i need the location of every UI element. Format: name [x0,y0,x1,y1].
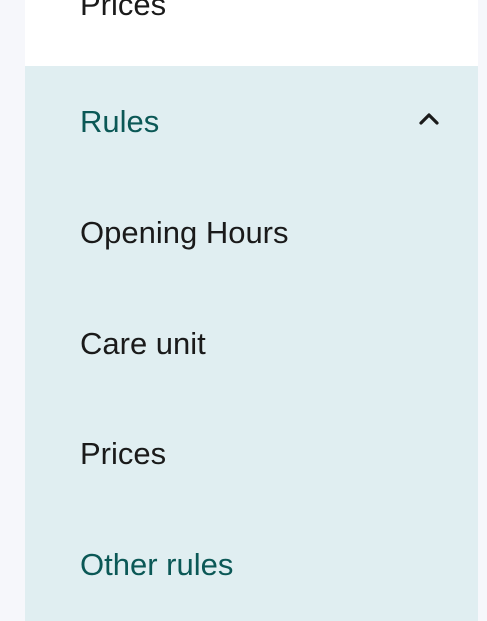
sidebar-item-prices[interactable]: Prices [25,0,478,66]
chevron-up-icon [419,113,439,125]
rules-submenu: Rules Opening Hours Care unit Prices Oth… [25,66,478,621]
sidebar-item-label: Prices [80,0,167,22]
page: Prices Rules Opening Hours Care unit Pri… [0,0,487,621]
submenu-item-care-unit[interactable]: Care unit [25,288,478,398]
submenu-item-label: Opening Hours [80,215,289,250]
submenu-item-label: Care unit [80,326,206,361]
submenu-item-opening-hours[interactable]: Opening Hours [25,177,478,287]
sidebar-nav: Prices Rules Opening Hours Care unit Pri… [25,0,478,621]
submenu-item-label: Prices [80,436,167,471]
submenu-item-other-rules[interactable]: Other rules [25,509,478,619]
submenu-item-label: Other rules [80,547,234,582]
rules-menu-toggle[interactable]: Rules [25,66,478,176]
submenu-item-prices[interactable]: Prices [25,398,478,508]
rules-menu-label: Rules [80,104,160,139]
